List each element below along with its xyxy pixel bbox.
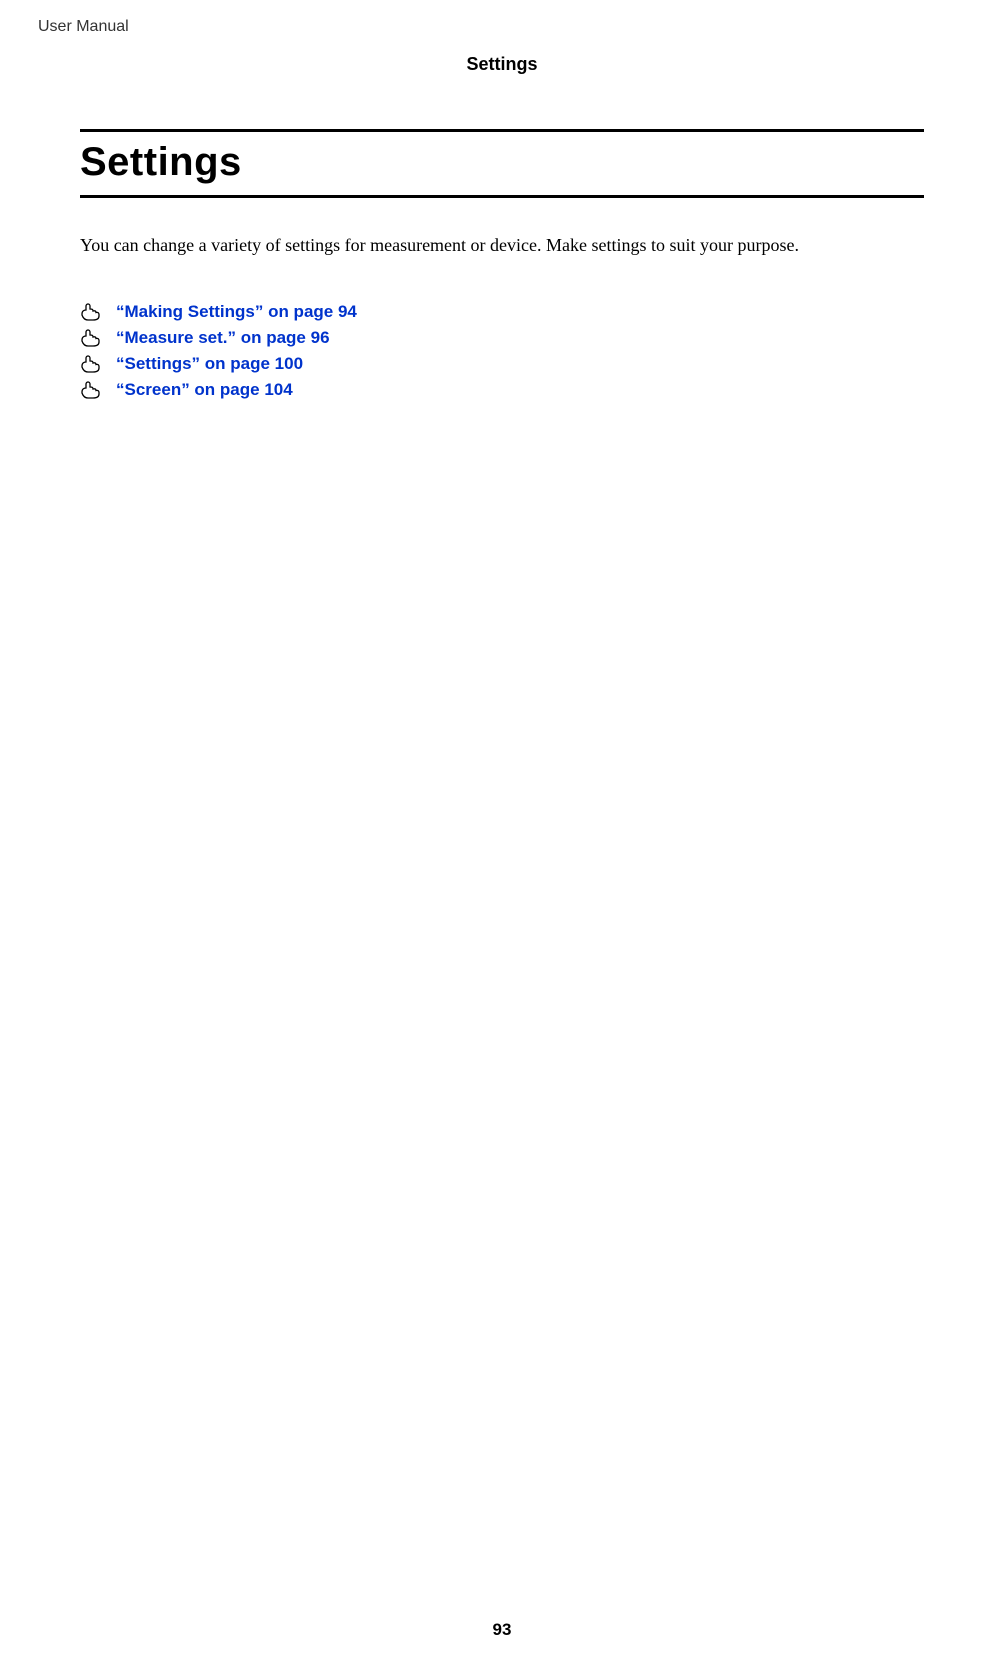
xref-link-measure-set[interactable]: “Measure set.” on page 96 xyxy=(116,328,330,348)
hand-pointer-icon xyxy=(80,381,106,399)
xref-item: “Measure set.” on page 96 xyxy=(80,328,924,348)
xref-link-settings[interactable]: “Settings” on page 100 xyxy=(116,354,303,374)
hand-pointer-icon xyxy=(80,303,106,321)
chapter-heading-block: Settings xyxy=(80,129,924,198)
chapter-intro: You can change a variety of settings for… xyxy=(80,232,924,258)
xref-item: “Screen” on page 104 xyxy=(80,380,924,400)
running-head-center: Settings xyxy=(80,54,924,75)
chapter-title: Settings xyxy=(80,140,924,185)
xref-item: “Making Settings” on page 94 xyxy=(80,302,924,322)
running-head-left: User Manual xyxy=(38,18,129,36)
xref-link-making-settings[interactable]: “Making Settings” on page 94 xyxy=(116,302,357,322)
hand-pointer-icon xyxy=(80,329,106,347)
hand-pointer-icon xyxy=(80,355,106,373)
page-number: 93 xyxy=(0,1620,1004,1640)
manual-page: User Manual Settings Settings You can ch… xyxy=(0,0,1004,1676)
cross-reference-list: “Making Settings” on page 94 “Measure se… xyxy=(80,302,924,400)
xref-item: “Settings” on page 100 xyxy=(80,354,924,374)
xref-link-screen[interactable]: “Screen” on page 104 xyxy=(116,380,293,400)
